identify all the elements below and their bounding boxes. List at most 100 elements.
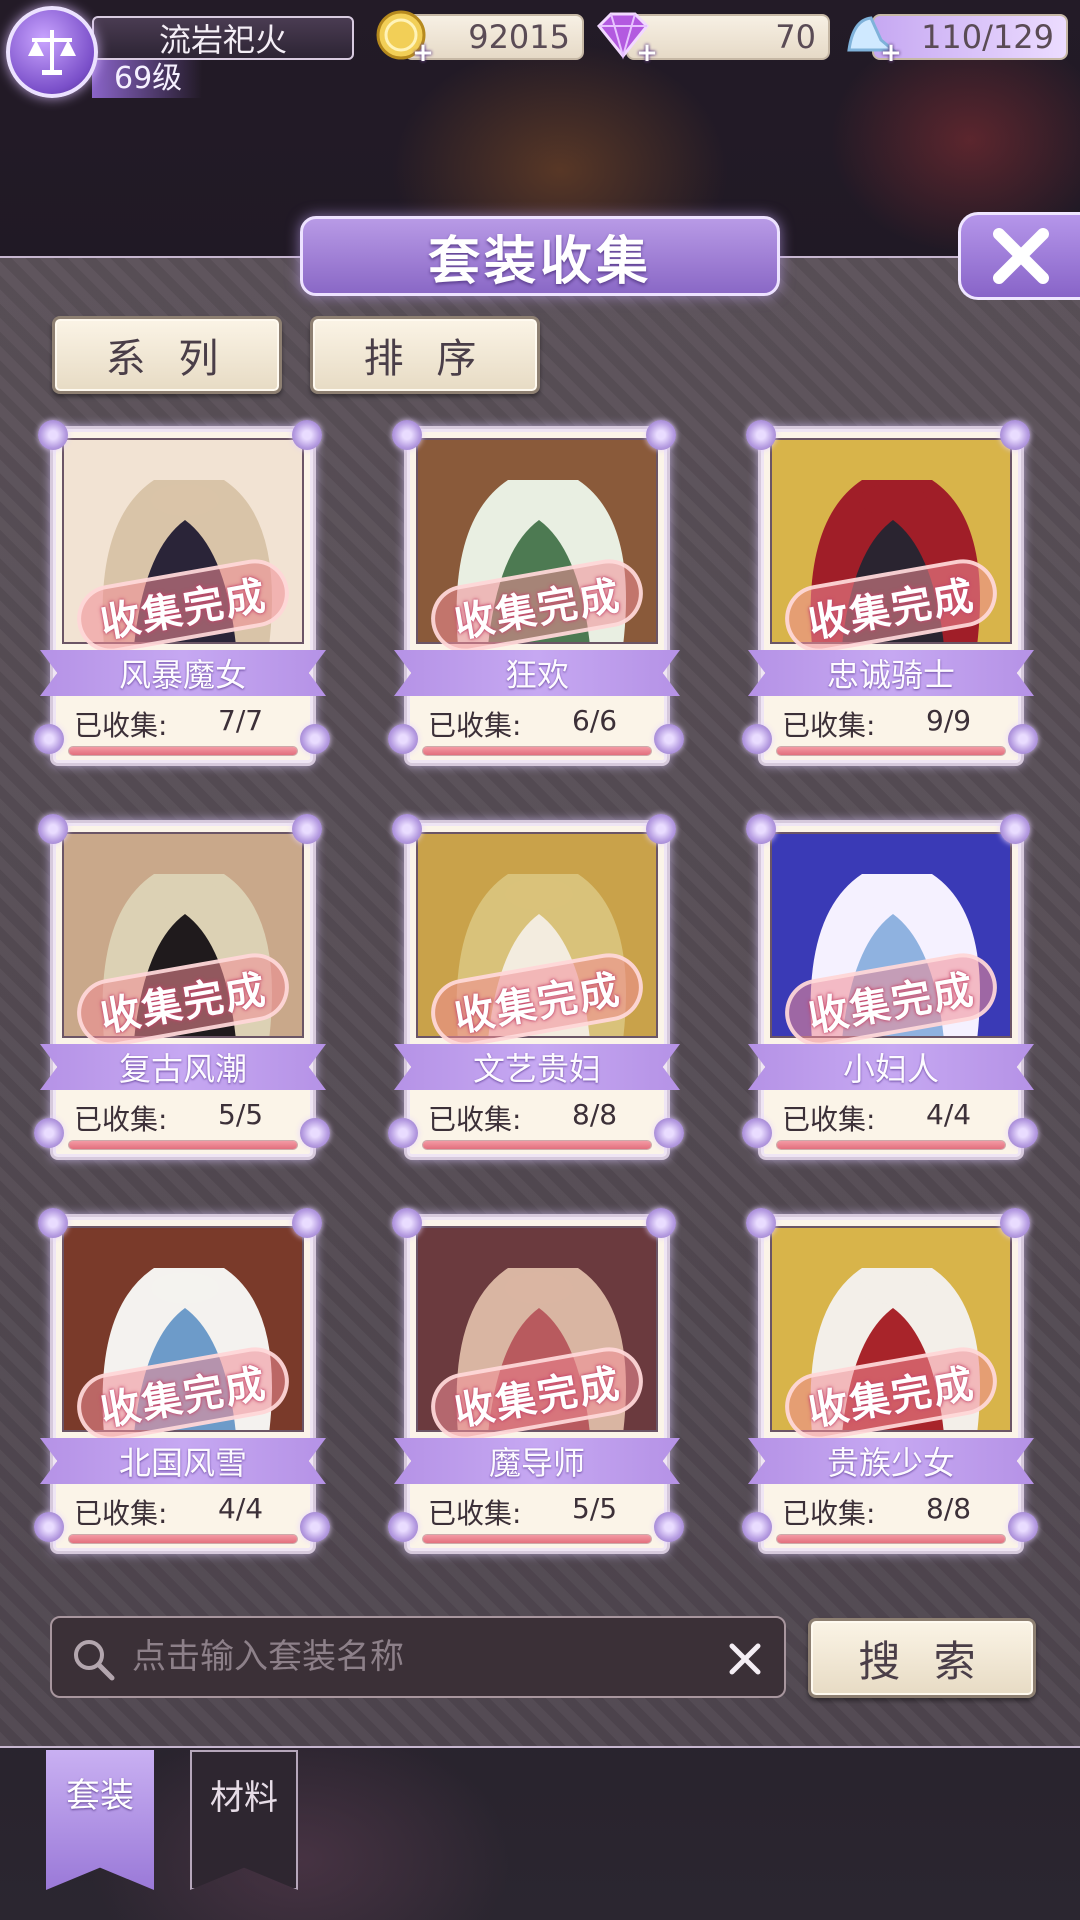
series-filter-button[interactable]: 系 列 <box>52 316 282 394</box>
rose-decoration-icon <box>388 1118 418 1148</box>
add-stamina-button[interactable]: + <box>880 40 902 66</box>
rose-decoration-icon <box>1008 724 1038 754</box>
rose-decoration-icon <box>392 814 422 844</box>
collected-row: 已收集: 4/4 <box>782 1098 1002 1136</box>
collected-count: 4/4 <box>218 1492 264 1525</box>
progress-bar <box>776 1140 1006 1150</box>
collected-label: 已收集: <box>782 1497 876 1530</box>
suit-card[interactable]: 收集完成 复古风潮 已收集: 5/5 <box>32 814 330 1184</box>
rose-decoration-icon <box>1008 1512 1038 1542</box>
collected-row: 已收集: 8/8 <box>428 1098 648 1136</box>
rose-decoration-icon <box>746 420 776 450</box>
progress-bar <box>776 746 1006 756</box>
collected-label: 已收集: <box>74 1497 168 1530</box>
rose-decoration-icon <box>34 724 64 754</box>
progress-fill <box>777 1141 1005 1149</box>
progress-fill <box>777 747 1005 755</box>
suit-card[interactable]: 收集完成 忠诚骑士 已收集: 9/9 <box>740 420 1038 790</box>
rose-decoration-icon <box>646 814 676 844</box>
suit-card[interactable]: 收集完成 狂欢 已收集: 6/6 <box>386 420 684 790</box>
rose-decoration-icon <box>300 1118 330 1148</box>
rose-decoration-icon <box>388 724 418 754</box>
search-button[interactable]: 搜 索 <box>808 1618 1036 1698</box>
progress-fill <box>69 1141 297 1149</box>
rose-decoration-icon <box>392 420 422 450</box>
collected-label: 已收集: <box>428 1103 522 1136</box>
collected-count: 8/8 <box>926 1492 972 1525</box>
player-level: 69级 <box>92 60 202 98</box>
progress-bar <box>68 746 298 756</box>
rose-decoration-icon <box>300 724 330 754</box>
rose-decoration-icon <box>38 814 68 844</box>
search-input[interactable]: 点击输入套装名称 <box>50 1616 786 1698</box>
rose-decoration-icon <box>1000 814 1030 844</box>
rose-decoration-icon <box>292 814 322 844</box>
rose-decoration-icon <box>654 724 684 754</box>
rose-decoration-icon <box>746 814 776 844</box>
collected-count: 8/8 <box>572 1098 618 1131</box>
collected-count: 6/6 <box>572 704 618 737</box>
rose-decoration-icon <box>38 1208 68 1238</box>
suit-name: 贵族少女 <box>748 1438 1034 1484</box>
rose-decoration-icon <box>742 1118 772 1148</box>
collected-row: 已收集: 5/5 <box>428 1492 648 1530</box>
page-title: 套装收集 <box>300 216 780 296</box>
sort-button[interactable]: 排 序 <box>310 316 540 394</box>
suit-name: 北国风雪 <box>40 1438 326 1484</box>
suit-name: 小妇人 <box>748 1044 1034 1090</box>
suit-card[interactable]: 收集完成 风暴魔女 已收集: 7/7 <box>32 420 330 790</box>
add-diamond-button[interactable]: + <box>636 40 658 66</box>
rose-decoration-icon <box>38 420 68 450</box>
rose-decoration-icon <box>1000 420 1030 450</box>
progress-bar <box>422 746 652 756</box>
rose-decoration-icon <box>746 1208 776 1238</box>
rose-decoration-icon <box>34 1118 64 1148</box>
search-icon <box>74 1640 115 1681</box>
collected-count: 5/5 <box>218 1098 264 1131</box>
suit-card[interactable]: 收集完成 贵族少女 已收集: 8/8 <box>740 1208 1038 1578</box>
rose-decoration-icon <box>646 1208 676 1238</box>
suit-card[interactable]: 收集完成 文艺贵妇 已收集: 8/8 <box>386 814 684 1184</box>
rose-decoration-icon <box>392 1208 422 1238</box>
rose-decoration-icon <box>1000 1208 1030 1238</box>
suit-name: 忠诚骑士 <box>748 650 1034 696</box>
suit-name: 风暴魔女 <box>40 650 326 696</box>
collected-row: 已收集: 4/4 <box>74 1492 294 1530</box>
collected-count: 9/9 <box>926 704 972 737</box>
collected-label: 已收集: <box>782 709 876 742</box>
progress-fill <box>69 747 297 755</box>
rose-decoration-icon <box>34 1512 64 1542</box>
rose-decoration-icon <box>292 420 322 450</box>
progress-fill <box>423 1535 651 1543</box>
collected-label: 已收集: <box>74 1103 168 1136</box>
rose-decoration-icon <box>300 1512 330 1542</box>
add-gold-button[interactable]: + <box>412 40 434 66</box>
collected-row: 已收集: 9/9 <box>782 704 1002 742</box>
scales-icon[interactable] <box>6 6 98 98</box>
rose-decoration-icon <box>292 1208 322 1238</box>
progress-bar <box>68 1534 298 1544</box>
collected-count: 5/5 <box>572 1492 618 1525</box>
progress-bar <box>68 1140 298 1150</box>
progress-fill <box>423 747 651 755</box>
search-placeholder: 点击输入套装名称 <box>132 1637 404 1677</box>
progress-bar <box>422 1140 652 1150</box>
rose-decoration-icon <box>742 724 772 754</box>
rose-decoration-icon <box>654 1512 684 1542</box>
close-button[interactable] <box>958 212 1080 300</box>
clear-icon[interactable] <box>726 1640 764 1678</box>
suit-card[interactable]: 收集完成 魔导师 已收集: 5/5 <box>386 1208 684 1578</box>
progress-fill <box>423 1141 651 1149</box>
collected-count: 4/4 <box>926 1098 972 1131</box>
progress-bar <box>422 1534 652 1544</box>
rose-decoration-icon <box>654 1118 684 1148</box>
collected-row: 已收集: 6/6 <box>428 704 648 742</box>
rose-decoration-icon <box>646 420 676 450</box>
suit-card[interactable]: 收集完成 小妇人 已收集: 4/4 <box>740 814 1038 1184</box>
collected-label: 已收集: <box>428 1497 522 1530</box>
collected-count: 7/7 <box>218 704 264 737</box>
suit-name: 文艺贵妇 <box>394 1044 680 1090</box>
collected-row: 已收集: 7/7 <box>74 704 294 742</box>
suit-card[interactable]: 收集完成 北国风雪 已收集: 4/4 <box>32 1208 330 1578</box>
close-icon <box>992 228 1049 284</box>
